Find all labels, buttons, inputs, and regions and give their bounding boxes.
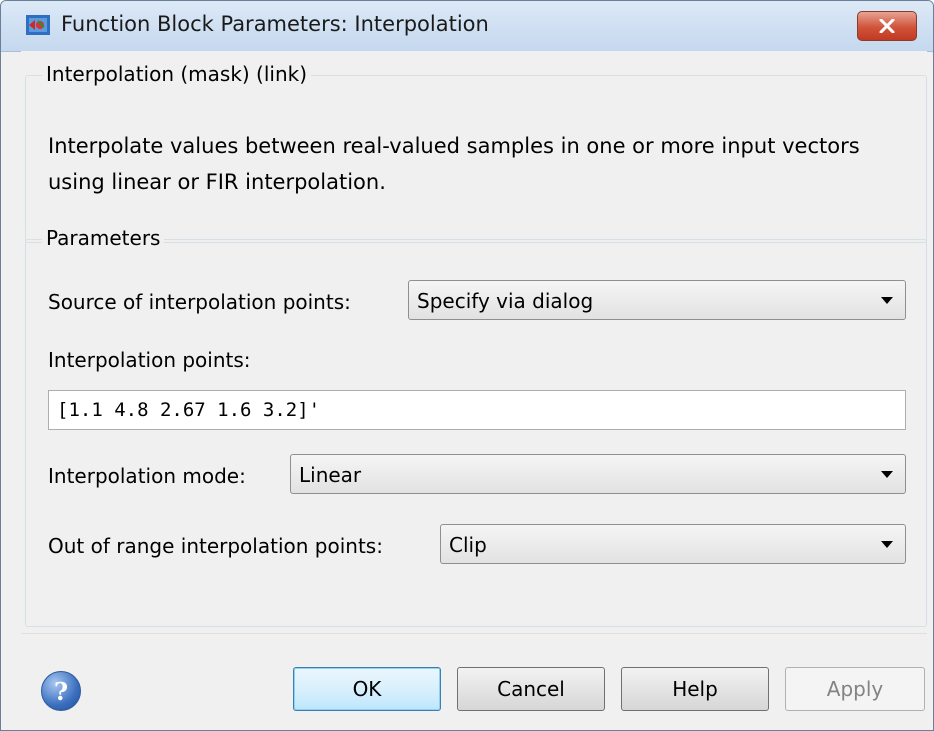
description-group: Interpolation (mask) (link) Interpolate …: [25, 62, 927, 243]
help-question-icon[interactable]: ?: [41, 671, 81, 711]
close-button[interactable]: [857, 11, 917, 41]
block-description: Interpolate values between real-valued s…: [48, 134, 860, 194]
cancel-button[interactable]: Cancel: [457, 667, 605, 711]
parameters-group-legend: Parameters: [42, 226, 165, 250]
source-label: Source of interpolation points:: [48, 290, 351, 314]
simulink-block-icon: [26, 15, 50, 35]
interpolation-points-field[interactable]: [48, 390, 906, 430]
source-dropdown[interactable]: Specify via dialog: [408, 280, 906, 320]
description-group-legend: Interpolation (mask) (link): [42, 62, 312, 86]
help-button[interactable]: Help: [621, 667, 769, 711]
chevron-down-icon: [881, 541, 893, 548]
interpolation-points-label: Interpolation points:: [48, 348, 251, 372]
chevron-down-icon: [881, 297, 893, 304]
parameters-group: Parameters Source of interpolation point…: [25, 226, 927, 627]
title-bar[interactable]: Function Block Parameters: Interpolation: [1, 1, 933, 52]
out-of-range-value: Clip: [449, 533, 487, 557]
close-icon: [879, 19, 895, 33]
footer-divider: [21, 633, 927, 634]
dialog-content: Interpolation (mask) (link) Interpolate …: [21, 51, 927, 631]
window-title: Function Block Parameters: Interpolation: [61, 12, 489, 36]
dialog-window: Function Block Parameters: Interpolation…: [0, 0, 934, 731]
apply-button[interactable]: Apply: [785, 667, 925, 711]
interpolation-mode-dropdown[interactable]: Linear: [290, 454, 906, 494]
out-of-range-label: Out of range interpolation points:: [48, 534, 383, 558]
source-dropdown-value: Specify via dialog: [417, 289, 594, 313]
interpolation-mode-value: Linear: [299, 463, 362, 487]
ok-button[interactable]: OK: [293, 667, 441, 711]
interpolation-points-input[interactable]: [49, 391, 905, 429]
out-of-range-dropdown[interactable]: Clip: [440, 524, 906, 564]
interpolation-mode-label: Interpolation mode:: [48, 464, 246, 488]
chevron-down-icon: [881, 471, 893, 478]
